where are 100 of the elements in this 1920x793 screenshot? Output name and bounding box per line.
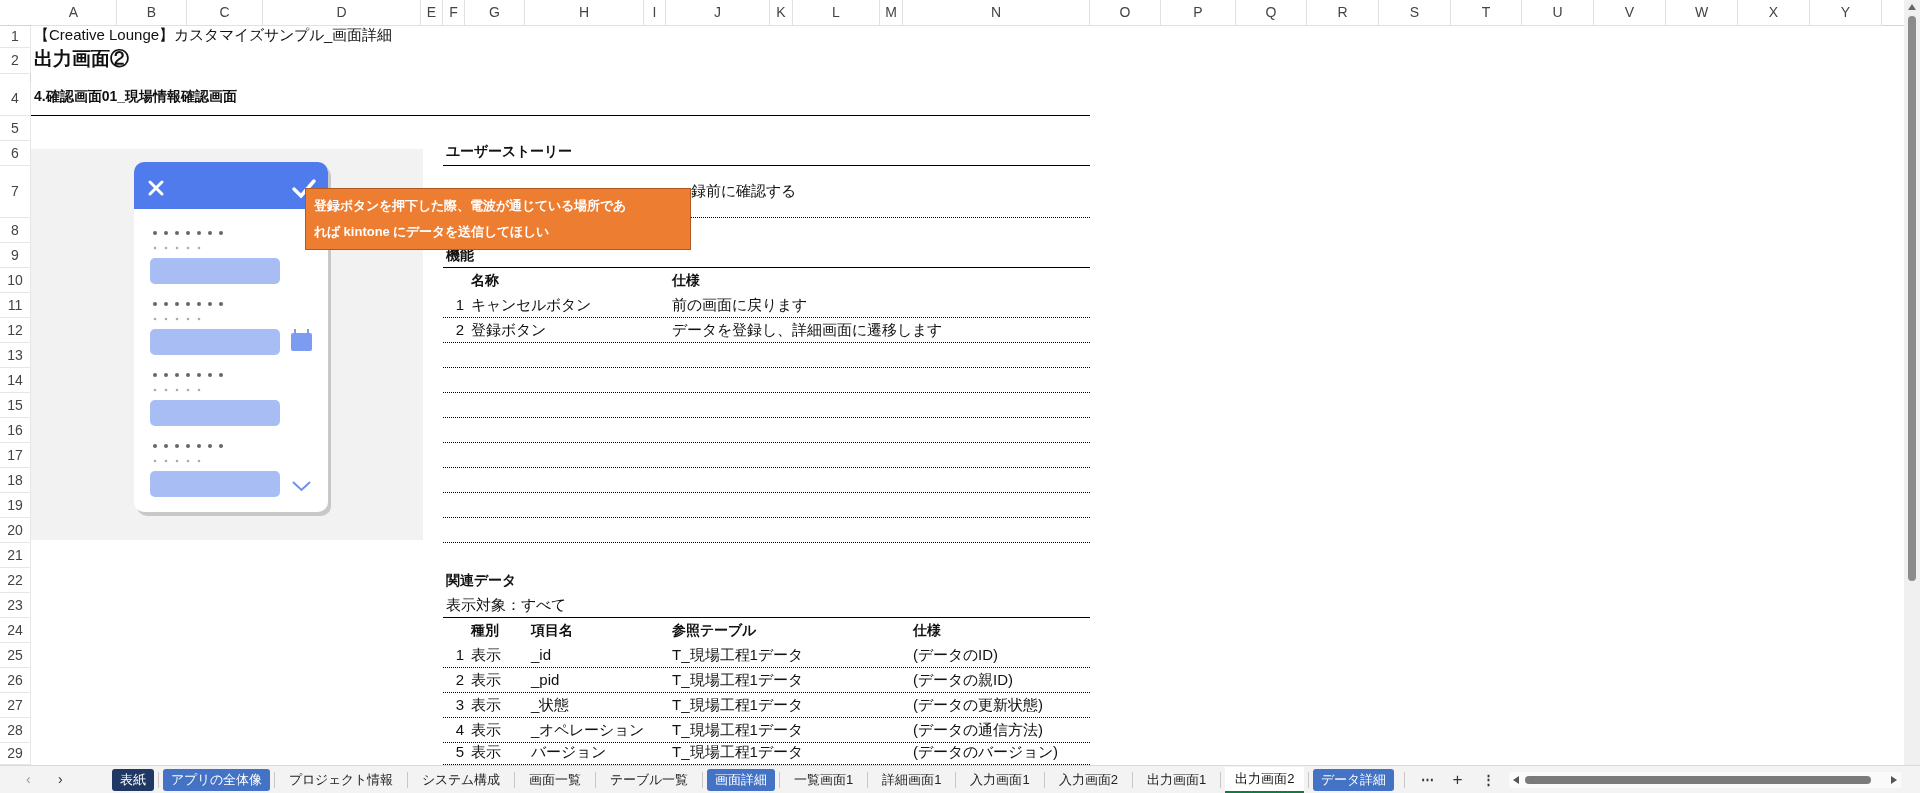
sheet-tab[interactable]: 入力画面2 bbox=[1048, 768, 1128, 791]
column-header[interactable]: K bbox=[770, 0, 793, 26]
table-cell-text: T_現場工程1データ bbox=[671, 669, 804, 690]
vertical-scrollbar[interactable] bbox=[1904, 0, 1920, 765]
row-header[interactable]: 24 bbox=[0, 618, 31, 643]
scrollbar-thumb[interactable] bbox=[1525, 775, 1872, 784]
table-cell-text: (データの親ID) bbox=[912, 669, 1014, 690]
row-header[interactable]: 26 bbox=[0, 668, 31, 693]
section-title: 4.確認画面01_現場情報確認画面 bbox=[33, 87, 239, 106]
next-sheet-button[interactable]: › bbox=[58, 769, 70, 790]
column-header[interactable]: V bbox=[1594, 0, 1666, 26]
column-header[interactable]: A bbox=[31, 0, 117, 26]
column-header[interactable]: C bbox=[187, 0, 263, 26]
column-title: 仕様 bbox=[671, 271, 701, 290]
row-number: 5 bbox=[454, 743, 465, 762]
row-number: 3 bbox=[454, 694, 465, 715]
row-header[interactable]: 5 bbox=[0, 116, 31, 141]
table-cell-text: _オペレーション bbox=[529, 719, 646, 740]
right-arrow-icon[interactable] bbox=[1891, 775, 1898, 784]
table-cell-text: データを登録し、詳細画面に遷移します bbox=[671, 319, 943, 340]
column-header[interactable]: P bbox=[1161, 0, 1236, 26]
column-header[interactable]: H bbox=[525, 0, 644, 26]
sheet-tab[interactable]: データ詳細 bbox=[1313, 768, 1395, 791]
column-title: 参照テーブル bbox=[671, 621, 757, 640]
column-title: 種別 bbox=[469, 621, 500, 640]
table-cell-text: 表示 bbox=[470, 743, 502, 762]
sheet-tab[interactable]: 一覧画面1 bbox=[784, 768, 864, 791]
add-sheet-button[interactable]: + bbox=[1452, 766, 1463, 793]
column-title: 項目名 bbox=[529, 621, 574, 640]
column-header[interactable]: J bbox=[666, 0, 770, 26]
column-header[interactable]: W bbox=[1666, 0, 1738, 26]
row-number: 2 bbox=[454, 319, 465, 340]
up-arrow-icon[interactable] bbox=[1908, 4, 1916, 10]
column-header[interactable]: E bbox=[421, 0, 443, 26]
sheet-tab[interactable]: プロジェクト情報 bbox=[279, 768, 403, 791]
column-header[interactable]: D bbox=[263, 0, 421, 26]
sheet-tab[interactable]: テーブル一覧 bbox=[600, 768, 698, 791]
horizontal-scrollbar[interactable] bbox=[1509, 771, 1902, 788]
sheet-tab[interactable]: システム構成 bbox=[412, 768, 510, 791]
sheet-tab[interactable]: 画面一覧 bbox=[519, 768, 591, 791]
column-header[interactable]: G bbox=[465, 0, 525, 26]
sheet-tab[interactable]: 出力画面2 bbox=[1225, 766, 1305, 793]
table-cell-text: 前の画面に戻ります bbox=[671, 294, 808, 315]
row-header[interactable]: 23 bbox=[0, 593, 31, 618]
row-header[interactable]: 1 bbox=[0, 26, 31, 48]
column-header[interactable]: F bbox=[443, 0, 465, 26]
column-header[interactable]: T bbox=[1451, 0, 1522, 26]
row-number: 1 bbox=[454, 294, 465, 315]
options-button[interactable]: ⋮ bbox=[1482, 769, 1496, 790]
table-cell-text: (データのバージョン) bbox=[912, 743, 1059, 762]
table-cell-text: T_現場工程1データ bbox=[671, 644, 804, 665]
sheet-heading: 出力画面② bbox=[33, 48, 130, 71]
sheet-tab[interactable]: アプリの全体像 bbox=[163, 768, 270, 791]
more-sheets-button[interactable]: ⋯ bbox=[1421, 769, 1435, 790]
scrollbar-thumb[interactable] bbox=[1908, 16, 1916, 581]
column-header[interactable]: R bbox=[1307, 0, 1379, 26]
scope-text: 表示対象：すべて bbox=[445, 594, 567, 615]
sheet-tab[interactable]: 表紙 bbox=[112, 768, 154, 791]
sheet-tab[interactable]: 入力画面1 bbox=[960, 768, 1040, 791]
table-cell-text: _pid bbox=[529, 669, 561, 690]
row-header[interactable]: 27 bbox=[0, 693, 31, 718]
left-arrow-icon[interactable] bbox=[1513, 775, 1520, 784]
table-cell-text: _id bbox=[529, 644, 553, 665]
column-header[interactable]: U bbox=[1522, 0, 1594, 26]
column-header[interactable]: S bbox=[1379, 0, 1451, 26]
table-cell-text: 表示 bbox=[470, 644, 502, 665]
column-title: 仕様 bbox=[912, 621, 942, 640]
column-header[interactable]: O bbox=[1090, 0, 1161, 26]
table-cell-text: 表示 bbox=[470, 669, 502, 690]
column-header[interactable]: L bbox=[793, 0, 880, 26]
row-number: 4 bbox=[454, 719, 465, 740]
column-header[interactable]: B bbox=[117, 0, 187, 26]
row-header[interactable]: 4 bbox=[0, 82, 31, 116]
column-header[interactable]: I bbox=[644, 0, 666, 26]
comment-note: 登録ボタンを押下した際、電波が通じている場所であ れば kintone にデータを送信してほしい bbox=[305, 188, 691, 250]
table-cell-text: T_現場工程1データ bbox=[671, 719, 804, 740]
row-number: 1 bbox=[454, 644, 465, 665]
sheet-title: 【Creative Lounge】カスタマイズサンプル_画面詳細 bbox=[33, 26, 394, 45]
row-header[interactable]: 28 bbox=[0, 718, 31, 743]
column-title: 名称 bbox=[470, 271, 500, 290]
table-cell-text: 表示 bbox=[470, 694, 502, 715]
row-header[interactable]: 21 bbox=[0, 543, 31, 568]
column-header[interactable]: Y bbox=[1810, 0, 1882, 26]
column-header[interactable]: Q bbox=[1236, 0, 1307, 26]
row-header[interactable]: 25 bbox=[0, 643, 31, 668]
row-header[interactable]: 2 bbox=[0, 48, 31, 74]
user-story-text: 録前に確認する bbox=[690, 181, 797, 201]
row-number: 2 bbox=[454, 669, 465, 690]
table-cell-text: 登録ボタン bbox=[470, 319, 547, 340]
row-header[interactable]: 22 bbox=[0, 568, 31, 593]
table-cell-text: T_現場工程1データ bbox=[671, 694, 804, 715]
column-header[interactable]: X bbox=[1738, 0, 1810, 26]
section-heading: ユーザーストーリー bbox=[445, 142, 573, 161]
sheet-tab[interactable]: 出力画面1 bbox=[1136, 768, 1217, 791]
sheet-tab[interactable]: 詳細画面1 bbox=[872, 768, 952, 791]
column-header[interactable]: N bbox=[903, 0, 1090, 26]
table-cell-text: キャンセルボタン bbox=[470, 294, 592, 315]
column-header[interactable]: M bbox=[880, 0, 903, 26]
table-cell-text: (データのID) bbox=[912, 644, 999, 665]
sheet-tab[interactable]: 画面詳細 bbox=[707, 768, 775, 791]
